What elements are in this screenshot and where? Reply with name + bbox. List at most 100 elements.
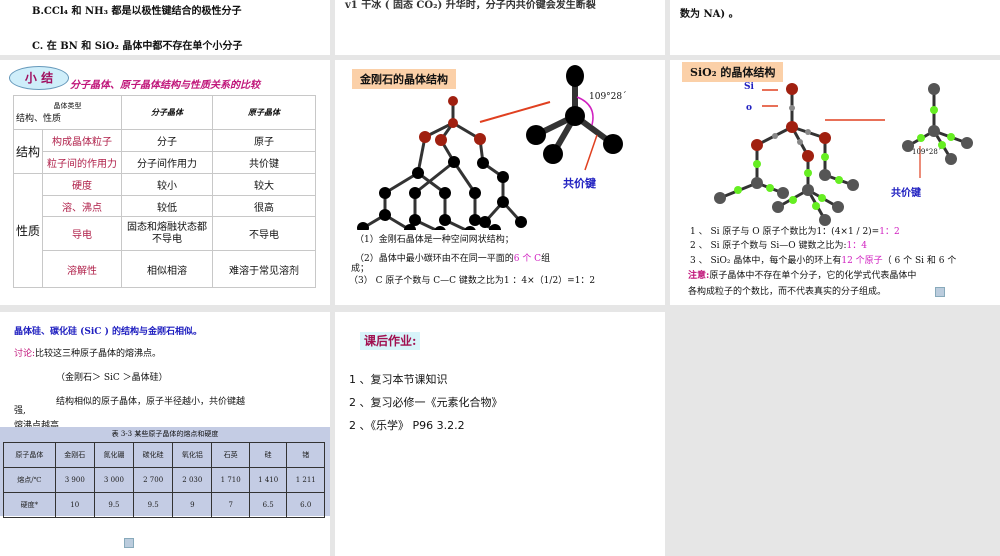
comparison-table: 晶体类型结构、性质 分子晶体 原子晶体 结构 构成晶体粒子 分子 原子 粒子间的作用… — [12, 95, 316, 288]
cell: 较小 — [121, 173, 213, 196]
point-1: （1）金刚石晶体是一种空间网状结构； — [355, 235, 514, 245]
summary-badge: 小 结 — [9, 66, 69, 90]
table-cell: 1 410 — [248, 467, 288, 493]
diamond-lattice-diagram — [357, 65, 623, 230]
point-2: （2）晶体中最小碳环由不在同一平面的6 个 C组 — [355, 251, 550, 264]
arrow-icon — [479, 101, 551, 123]
text: （ 6 个 Si 和 6 个 — [882, 256, 957, 266]
slide-question-2[interactable]: v1 干冰 ( 固态 CO₂) 升华时，分子内共价键会发生断裂 — [335, 0, 665, 55]
table-cell: 熔点/℃ — [3, 467, 56, 493]
text: 比较这三种原子晶体的熔沸点。 — [35, 349, 162, 359]
highlight: 6 个 C — [513, 254, 542, 264]
note: 注意:原子晶体中不存在单个分子，它的化学式代表晶体中 — [688, 268, 916, 281]
homework-item: 1 、复习本节课知识 — [349, 373, 448, 386]
covalent-bond-label: 共价键 — [563, 177, 596, 190]
table-cell: 金刚石 — [54, 442, 95, 468]
discussion-label: 讨论: — [14, 349, 36, 359]
text: 2 、 Si 原子个数与 Si—O 键数之比为: — [690, 241, 847, 251]
table-cell: 硬度* — [3, 492, 56, 518]
table-cell: 10 — [54, 492, 95, 518]
text: 组 — [541, 254, 551, 264]
cell: 很高 — [212, 195, 316, 217]
highlight: 12 个原子 — [841, 256, 883, 266]
text: （2）晶体中最小碳环由不在同一平面的 — [355, 254, 514, 264]
table-cell: 2 030 — [172, 467, 213, 493]
cell: 不导电 — [212, 216, 316, 251]
sio2-lattice-diagram — [714, 83, 973, 226]
header-molecular: 分子晶体 — [121, 95, 213, 130]
cell: 相似相溶 — [121, 250, 213, 288]
back-nav-button[interactable] — [124, 538, 134, 548]
highlight: 1：2 — [879, 227, 900, 237]
table-cell: 1 710 — [211, 467, 250, 493]
slide-question-1[interactable]: B.CCl₄ 和 NH₃ 都是以极性键结合的极性分子 C. 在 BN 和 SiO… — [0, 0, 330, 55]
note-line-2: 各构成粒子的个数比，而不代表真实的分子组成。 — [688, 287, 887, 297]
table-cell: 原子晶体 — [3, 442, 56, 468]
table-cell: 3 900 — [54, 467, 95, 493]
text: 1 、 Si 原子与 O 原子个数比为1：(4×1 / 2)= — [690, 227, 880, 237]
question-line: v1 干冰 ( 固态 CO₂) 升华时，分子内共价键会发生断裂 — [345, 0, 596, 11]
question-line: 数为 NA) 。 — [680, 9, 739, 20]
option-c: C. 在 BN 和 SiO₂ 晶体中都不存在单个小分子 — [32, 41, 243, 52]
table-cell: 石英 — [211, 442, 250, 468]
bond-angle: 109°28´ — [589, 92, 627, 102]
summary-title: 分子晶体、原子晶体结构与性质关系的比较 — [70, 80, 260, 91]
table-cell: 6.0 — [286, 492, 325, 518]
text: 3 、 SiO₂ 晶体中，每个最小的环上有 — [690, 256, 842, 266]
cell: 固态和熔融状态都不导电 — [121, 216, 213, 251]
text: 原子晶体中不存在单个分子，它的化学式代表晶体中 — [709, 271, 917, 281]
point-2: 2 、 Si 原子个数与 Si—O 键数之比为:1：4 — [690, 238, 867, 251]
row-label: 溶、沸点 — [42, 195, 122, 217]
slide-diamond[interactable]: 金刚石的晶体结构 109°28´ 共价键 （1）金刚石晶体是一种空间网状结构； … — [335, 60, 665, 305]
cell: 较大 — [212, 173, 316, 196]
point-1: 1 、 Si 原子与 O 原子个数比为1：(4×1 / 2)=1：2 — [690, 224, 900, 237]
table-cell: 2 700 — [133, 467, 174, 493]
row-label: 溶解性 — [42, 250, 122, 288]
point-3: 3 、 SiO₂ 晶体中，每个最小的环上有12 个原子（ 6 个 Si 和 6 … — [690, 253, 956, 266]
cell: 分子 — [121, 129, 213, 152]
point-3: （3） C 原子个数与 C—C 键数之比为1 ：4×（1/2）=1：2 — [349, 276, 596, 286]
slide-homework[interactable]: 课后作业: 1 、复习本节课知识 2 、复习必修一《元素化合物》 2 、《乐学》… — [335, 312, 665, 556]
table-cell: 氮化硼 — [93, 442, 135, 468]
slide-similar-crystals[interactable]: 晶体硅、碳化硅 (SiC ) 的结构与金刚石相似。 讨论:比较这三种原子晶体的熔… — [0, 312, 330, 556]
table-cell: 锗 — [286, 442, 325, 468]
cell: 原子 — [212, 129, 316, 152]
melting-table-panel: 表 3-3 某些原子晶体的熔点和硬度 原子晶体 金刚石 氮化硼 碳化硅 氧化铝 石英硅锗熔… — [0, 427, 330, 518]
header-atomic: 原子晶体 — [212, 95, 316, 130]
row-label: 导电 — [42, 216, 122, 251]
table-cell: 6.5 — [248, 492, 288, 518]
group-structure: 结构 — [12, 129, 44, 174]
covalent-bond-label: 共价键 — [891, 188, 921, 199]
header-type: 晶体类型 — [53, 102, 82, 110]
row-label: 粒子间的作用力 — [42, 151, 122, 174]
conclusion: 结构相似的原子晶体，原子半径越小，共价键越 — [56, 397, 246, 407]
table-cell: 1 211 — [286, 467, 325, 493]
cell: 较低 — [121, 195, 213, 217]
highlight: 1：4 — [846, 241, 867, 251]
table-cell: 硅 — [248, 442, 288, 468]
table-cell: 氧化铝 — [172, 442, 213, 468]
homework-title: 课后作业: — [360, 332, 421, 350]
melting-hardness-table: 原子晶体 金刚石 氮化硼 碳化硅 氧化铝 石英硅锗熔点/℃ 3 900 3 000 2 700 2… — [3, 442, 325, 518]
table-cell: 9.5 — [93, 492, 135, 518]
header-structure: 结构、性质 — [16, 114, 62, 124]
cell: 分子间作用力 — [121, 151, 213, 174]
order: （金刚石＞ SiC ＞晶体硅） — [56, 373, 168, 383]
conclusion-cont: 强, — [14, 406, 26, 416]
back-nav-button[interactable] — [935, 287, 945, 297]
table-cell: 9 — [172, 492, 213, 518]
table-caption: 表 3-3 某些原子晶体的熔点和硬度 — [111, 430, 219, 438]
slide-sio2[interactable]: SiO₂ 的晶体结构 Si o 109°28´ 共价键 1 、 Si 原子与 O… — [670, 60, 1000, 305]
table-cell: 碳化硅 — [133, 442, 174, 468]
intro-line: 晶体硅、碳化硅 (SiC ) 的结构与金刚石相似。 — [14, 327, 202, 337]
group-property: 性质 — [12, 173, 44, 288]
slide-summary[interactable]: 小 结 分子晶体、原子晶体结构与性质关系的比较 晶体类型结构、性质 分子晶体 原… — [0, 60, 330, 305]
table-cell: 9.5 — [133, 492, 174, 518]
cell: 难溶于常见溶剂 — [212, 250, 316, 288]
slide-question-3[interactable]: 数为 NA) 。 — [670, 0, 1000, 55]
row-label: 构成晶体粒子 — [42, 129, 122, 152]
table-cell: 7 — [211, 492, 250, 518]
discussion: 讨论:比较这三种原子晶体的熔沸点。 — [14, 346, 161, 359]
homework-item: 2 、复习必修一《元素化合物》 — [349, 396, 503, 409]
option-b: B.CCl₄ 和 NH₃ 都是以极性键结合的极性分子 — [32, 6, 242, 17]
